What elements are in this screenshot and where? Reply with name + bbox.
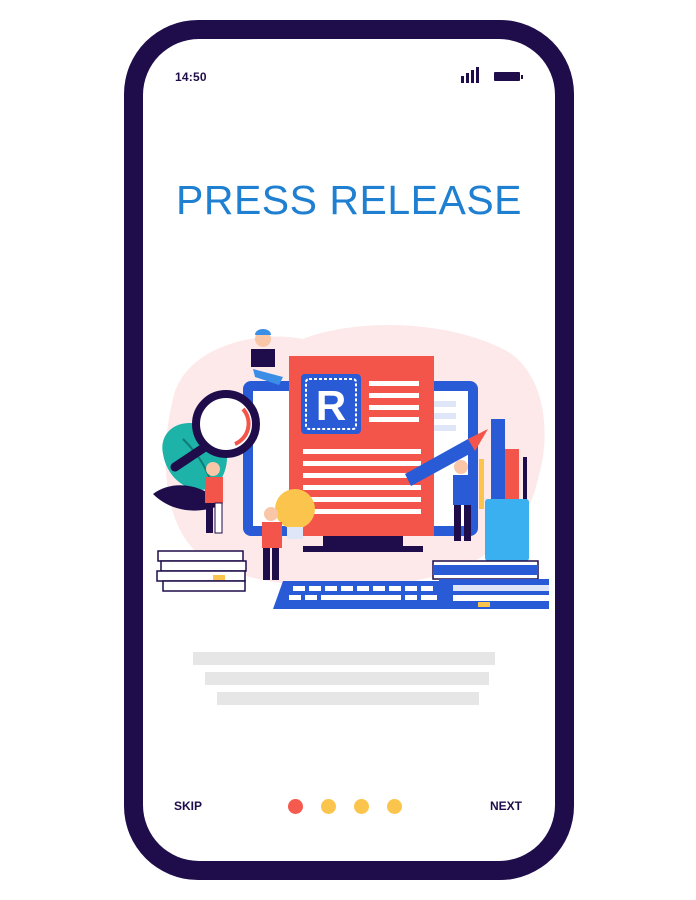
page-dot-3[interactable] <box>354 799 369 814</box>
stage: 14:50 PRESS RELEASE R SKIP NEXT <box>0 0 696 900</box>
page-title: PRESS RELEASE <box>175 177 523 223</box>
page-dot-2[interactable] <box>321 799 336 814</box>
registered-letter: R <box>316 382 346 429</box>
page-dot-4[interactable] <box>387 799 402 814</box>
placeholder-line <box>193 652 495 665</box>
signal-bars-icon <box>461 67 485 83</box>
page-dot-1[interactable] <box>288 799 303 814</box>
next-button[interactable]: NEXT <box>490 799 522 813</box>
skip-button[interactable]: SKIP <box>174 799 202 813</box>
status-time: 14:50 <box>175 70 207 84</box>
press-release-illustration: R <box>153 325 549 609</box>
phone-screen: 14:50 PRESS RELEASE R SKIP NEXT <box>143 39 555 861</box>
page-indicator <box>288 799 418 815</box>
battery-icon <box>494 72 523 81</box>
placeholder-line <box>217 692 479 705</box>
placeholder-line <box>205 672 489 685</box>
phone-frame: 14:50 PRESS RELEASE R SKIP NEXT <box>124 20 574 880</box>
